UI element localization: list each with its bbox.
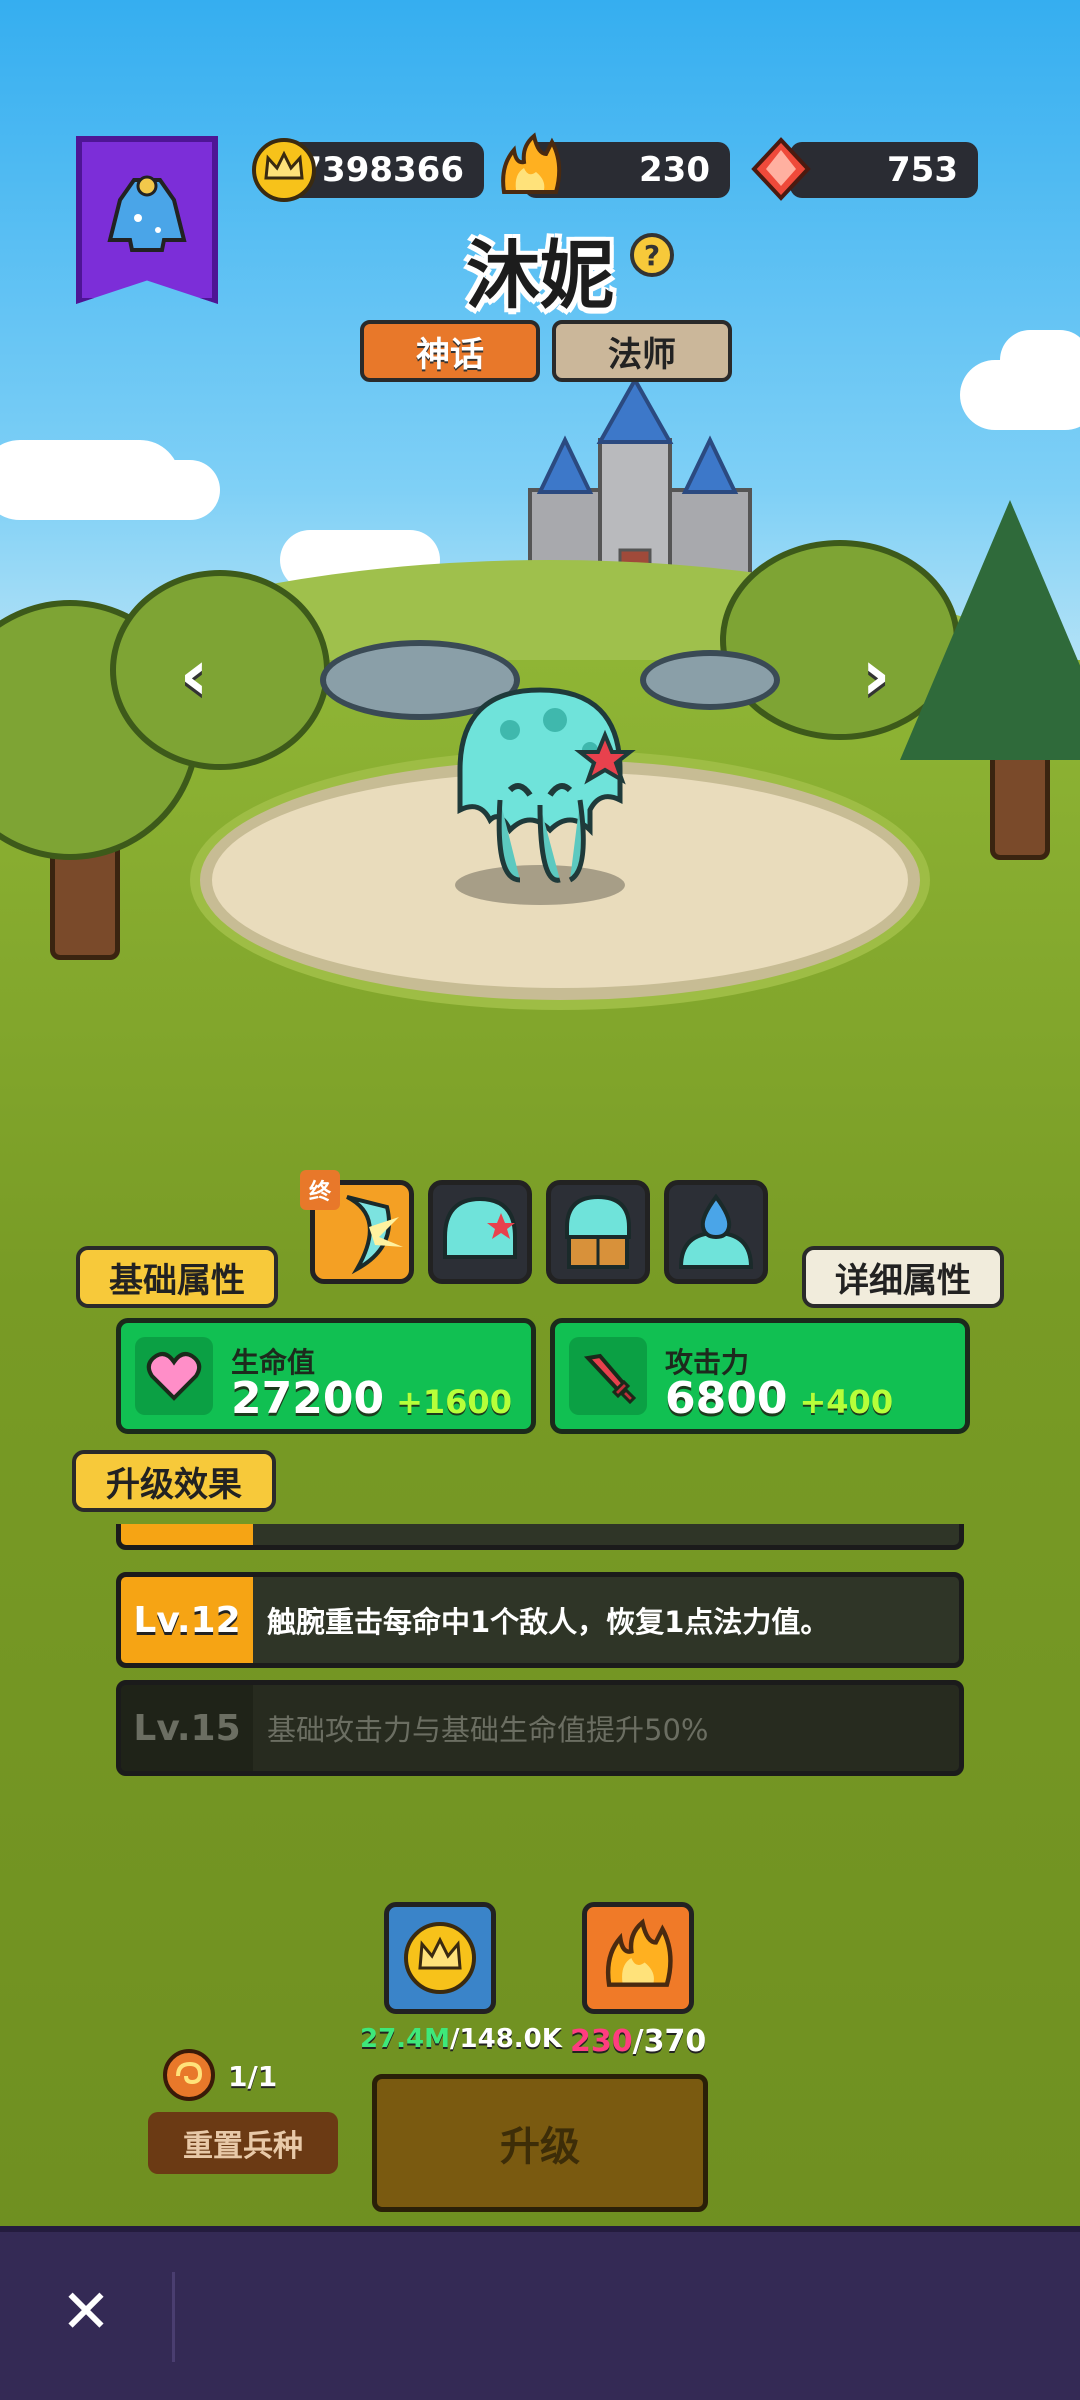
pine-tree bbox=[900, 500, 1080, 760]
reset-token-icon bbox=[162, 2048, 216, 2102]
upgrade-row-lv15-locked: Lv.15 基础攻击力与基础生命值提升50% bbox=[116, 1680, 964, 1776]
fire-icon bbox=[605, 1918, 673, 1987]
jellyfish-reading-skill-icon bbox=[565, 1194, 631, 1269]
next-hero-arrow[interactable]: › bbox=[846, 634, 906, 716]
help-icon[interactable]: ? bbox=[630, 233, 674, 277]
gold-have: 27.4M bbox=[360, 2024, 451, 2054]
reset-class-button[interactable]: 重置兵种 bbox=[148, 2112, 338, 2174]
skill-slot-2[interactable] bbox=[428, 1180, 532, 1284]
heart-icon-box bbox=[135, 1337, 213, 1415]
previous-hero-arrow[interactable]: ‹ bbox=[164, 634, 224, 716]
fire-amount: 230 bbox=[639, 150, 710, 190]
upgrade-effects-list[interactable]: Lv.12 触腕重击每命中1个敌人，恢复1点法力值。 Lv.15 基础攻击力与基… bbox=[110, 1524, 970, 1788]
heart-icon bbox=[146, 1352, 202, 1401]
upgrade-effects-header: 升级效果 bbox=[72, 1450, 276, 1512]
bottom-bar-divider bbox=[172, 2272, 175, 2362]
gem-counter: 753 bbox=[790, 142, 978, 198]
stat-bonus-hp: +1600 bbox=[396, 1383, 512, 1421]
gold-cost-text: 27.4M/148.0K bbox=[360, 2024, 562, 2054]
reset-count: 1/1 bbox=[228, 2060, 278, 2093]
hero-jellyfish-character bbox=[455, 687, 636, 905]
class-tag-mage: 法师 bbox=[552, 320, 732, 382]
hero-name: 沐妮 bbox=[466, 233, 614, 319]
level-tag-lv15: Lv.15 bbox=[121, 1685, 253, 1771]
skill-slot-4[interactable] bbox=[664, 1180, 768, 1284]
skill-slot-3[interactable] bbox=[546, 1180, 650, 1284]
gem-amount: 753 bbox=[887, 150, 958, 190]
sword-icon-box bbox=[569, 1337, 647, 1415]
level-effect-lv12: 触腕重击每命中1个敌人，恢复1点法力值。 bbox=[267, 1605, 830, 1639]
fire-cost-text: 230/370 bbox=[570, 2024, 706, 2059]
jellyfish-skill-icon bbox=[443, 1196, 517, 1259]
upgrade-button[interactable]: 升级 bbox=[372, 2074, 708, 2212]
fire-need: /370 bbox=[632, 2024, 707, 2059]
gem-icon bbox=[748, 136, 814, 202]
fire-have: 230 bbox=[570, 2024, 633, 2059]
crown-coin-icon bbox=[404, 1922, 476, 1994]
tab-basic-attributes[interactable]: 基础属性 bbox=[76, 1246, 278, 1308]
level-effect-lv15: 基础攻击力与基础生命值提升50% bbox=[267, 1713, 709, 1747]
stat-card-hp: 生命值 27200 +1600 bbox=[116, 1318, 536, 1434]
tab-detailed-attributes[interactable]: 详细属性 bbox=[802, 1246, 1004, 1308]
fire-icon bbox=[494, 132, 566, 204]
ultimate-badge: 终 bbox=[300, 1170, 340, 1210]
crown-coin-icon bbox=[250, 136, 318, 204]
level-tag bbox=[121, 1524, 253, 1545]
rarity-tag-mythic: 神话 bbox=[360, 320, 540, 382]
bottom-bar: ✕ bbox=[0, 2226, 1080, 2400]
water-drop-skill-icon bbox=[678, 1193, 754, 1269]
upgrade-row-partial bbox=[116, 1524, 964, 1550]
close-button[interactable]: ✕ bbox=[46, 2272, 126, 2352]
sword-icon bbox=[583, 1353, 636, 1404]
fire-cost-box bbox=[582, 1902, 694, 2014]
cloud bbox=[1000, 330, 1080, 390]
gold-cost-box bbox=[384, 1902, 496, 2014]
bush bbox=[640, 650, 780, 710]
stat-card-attack: 攻击力 6800 +400 bbox=[550, 1318, 970, 1434]
stat-value-attack: 6800 +400 bbox=[665, 1373, 894, 1424]
stat-bonus-attack: +400 bbox=[799, 1383, 894, 1421]
upgrade-row-lv12: Lv.12 触腕重击每命中1个敌人，恢复1点法力值。 bbox=[116, 1572, 964, 1668]
cloud bbox=[80, 460, 220, 520]
level-tag-lv12: Lv.12 bbox=[121, 1577, 253, 1663]
stat-value-hp: 27200 +1600 bbox=[231, 1373, 512, 1424]
gold-need: /148.0K bbox=[450, 2024, 562, 2054]
